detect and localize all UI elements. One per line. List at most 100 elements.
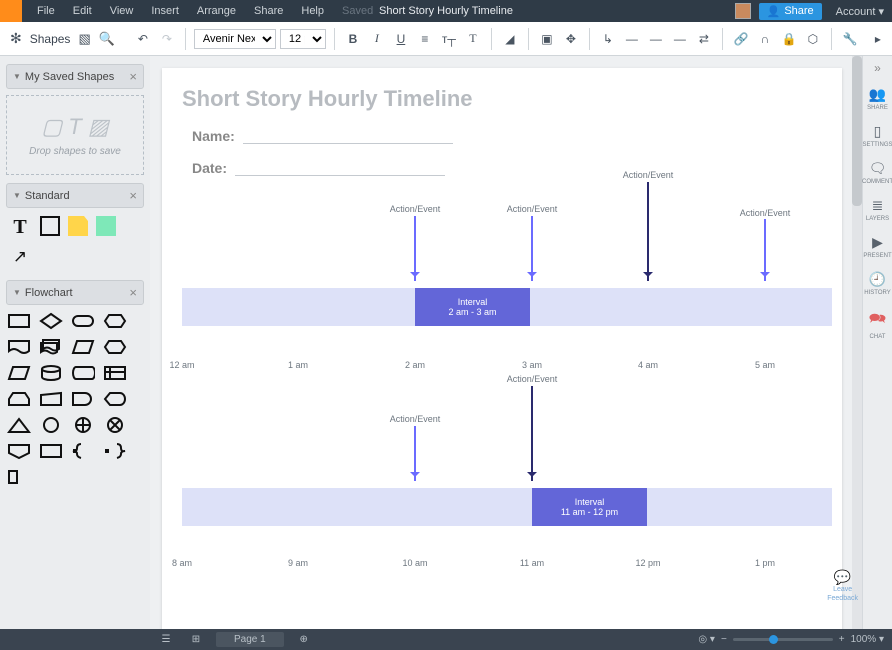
action-label[interactable]: Action/Event — [390, 414, 441, 424]
fc-display[interactable] — [102, 389, 128, 409]
share-button[interactable]: 👤Share — [759, 3, 822, 20]
search-icon[interactable]: 🔍 — [99, 31, 115, 47]
fill-button[interactable]: ◢ — [500, 29, 520, 49]
text-size-button[interactable]: т┬ — [439, 29, 459, 49]
arrow[interactable] — [531, 386, 533, 481]
wrench-button[interactable]: 🔧 — [840, 29, 860, 49]
fc-offpage[interactable] — [6, 441, 32, 461]
list-view-icon[interactable]: ☰ — [156, 630, 176, 650]
diagram-title[interactable]: Short Story Hourly Timeline — [182, 86, 473, 112]
page-sheet[interactable]: Short Story Hourly Timeline Name: Date: … — [162, 68, 842, 629]
shape-text[interactable]: T — [8, 216, 32, 238]
shape-arrow[interactable]: ↗ — [8, 246, 32, 268]
interval-2[interactable]: Interval11 am - 12 pm — [532, 488, 647, 526]
clear-format-button[interactable]: T — [463, 29, 483, 49]
fc-data[interactable] — [70, 337, 96, 357]
rail-history[interactable]: 🕘HISTORY — [864, 271, 890, 296]
fc-brace[interactable] — [70, 441, 96, 461]
fc-extract[interactable] — [6, 415, 32, 435]
menu-view[interactable]: View — [101, 5, 143, 17]
fc-terminator[interactable] — [70, 311, 96, 331]
fc-loopstart[interactable] — [6, 389, 32, 409]
menu-file[interactable]: File — [28, 5, 64, 17]
arrow[interactable] — [414, 216, 416, 281]
scrollbar-thumb[interactable] — [852, 56, 862, 206]
close-icon[interactable]: × — [129, 285, 137, 300]
rail-present[interactable]: ▶PRESENT — [863, 234, 891, 259]
fc-multidoc[interactable] — [38, 337, 64, 357]
user-avatar[interactable] — [735, 3, 751, 19]
rail-share[interactable]: 👥SHARE — [867, 86, 888, 111]
zoom-value[interactable]: 100% ▾ — [851, 634, 884, 645]
lock-button[interactable]: 🔒 — [779, 29, 799, 49]
fc-internal[interactable] — [102, 363, 128, 383]
fc-prep[interactable] — [102, 337, 128, 357]
grid-view-icon[interactable]: ⊞ — [186, 630, 206, 650]
timeline-bar-2[interactable] — [182, 488, 832, 526]
menu-edit[interactable]: Edit — [64, 5, 101, 17]
redo-button[interactable]: ↷ — [157, 29, 177, 49]
italic-button[interactable]: I — [367, 29, 387, 49]
fc-card[interactable] — [6, 467, 32, 487]
menu-help[interactable]: Help — [292, 5, 333, 17]
line-swap-button[interactable]: ⇄ — [694, 29, 714, 49]
cube-button[interactable]: ⬡ — [803, 29, 823, 49]
drop-zone[interactable]: ▢ T ▨ Drop shapes to save — [6, 95, 144, 175]
document-title[interactable]: Short Story Hourly Timeline — [379, 5, 513, 17]
action-label[interactable]: Action/Event — [507, 204, 558, 214]
fc-decision[interactable] — [38, 311, 64, 331]
fc-tape[interactable] — [38, 441, 64, 461]
action-label[interactable]: Action/Event — [740, 208, 791, 218]
fc-storage[interactable] — [70, 363, 96, 383]
bold-button[interactable]: B — [343, 29, 363, 49]
shape-rect[interactable] — [40, 216, 60, 236]
font-size-select[interactable]: 12 pt — [280, 29, 326, 49]
undo-button[interactable]: ↶ — [133, 29, 153, 49]
fc-process[interactable] — [6, 311, 32, 331]
shape-block[interactable] — [96, 216, 116, 236]
play-button[interactable]: ▸ — [868, 29, 888, 49]
zoom-slider[interactable] — [733, 638, 833, 641]
arrow[interactable] — [647, 182, 649, 281]
arrow[interactable] — [531, 216, 533, 281]
magnet-button[interactable]: ∩ — [755, 29, 775, 49]
interval-1[interactable]: Interval2 am - 3 am — [415, 288, 530, 326]
rail-layers[interactable]: ≣LAYERS — [866, 197, 889, 222]
zoom-in[interactable]: + — [839, 634, 845, 645]
menu-share[interactable]: Share — [245, 5, 292, 17]
line-style-1[interactable]: — — [622, 29, 642, 49]
menu-arrange[interactable]: Arrange — [188, 5, 245, 17]
arrow[interactable] — [764, 219, 766, 281]
rail-settings[interactable]: ▯SETTINGS — [863, 123, 892, 148]
fc-delay[interactable] — [70, 389, 96, 409]
text-color-button[interactable]: ≡ — [415, 29, 435, 49]
image-icon[interactable]: ▧ — [78, 31, 90, 47]
app-logo[interactable] — [0, 0, 22, 22]
align-button[interactable]: ▣ — [537, 29, 557, 49]
rail-chat[interactable]: 🗪CHAT — [869, 308, 886, 340]
zoom-out[interactable]: − — [721, 634, 727, 645]
menu-insert[interactable]: Insert — [142, 5, 188, 17]
fc-doc[interactable] — [6, 337, 32, 357]
feedback-link[interactable]: 💬LeaveFeedback — [827, 569, 858, 603]
add-page-button[interactable]: ⊕ — [294, 630, 314, 650]
fc-or[interactable] — [102, 415, 128, 435]
line-endpoint-button[interactable]: ↳ — [598, 29, 618, 49]
line-style-3[interactable]: — — [670, 29, 690, 49]
action-label[interactable]: Action/Event — [623, 170, 674, 180]
font-family-select[interactable]: Avenir Next — [194, 29, 276, 49]
account-menu[interactable]: Account ▾ — [828, 5, 892, 18]
fc-io[interactable] — [6, 363, 32, 383]
fc-manual[interactable] — [38, 389, 64, 409]
underline-button[interactable]: U — [391, 29, 411, 49]
rail-comment[interactable]: 🗨COMMENT — [862, 160, 892, 185]
position-button[interactable]: ✥ — [561, 29, 581, 49]
panel-flowchart[interactable]: ▼Flowchart× — [6, 280, 144, 305]
page-tab[interactable]: Page 1 — [216, 632, 284, 647]
arrow[interactable] — [414, 426, 416, 481]
close-icon[interactable]: × — [129, 69, 137, 84]
canvas[interactable]: Short Story Hourly Timeline Name: Date: … — [150, 56, 862, 629]
collapse-rail[interactable]: » — [874, 62, 881, 74]
link-button[interactable]: 🔗 — [731, 29, 751, 49]
panel-standard[interactable]: ▼Standard× — [6, 183, 144, 208]
